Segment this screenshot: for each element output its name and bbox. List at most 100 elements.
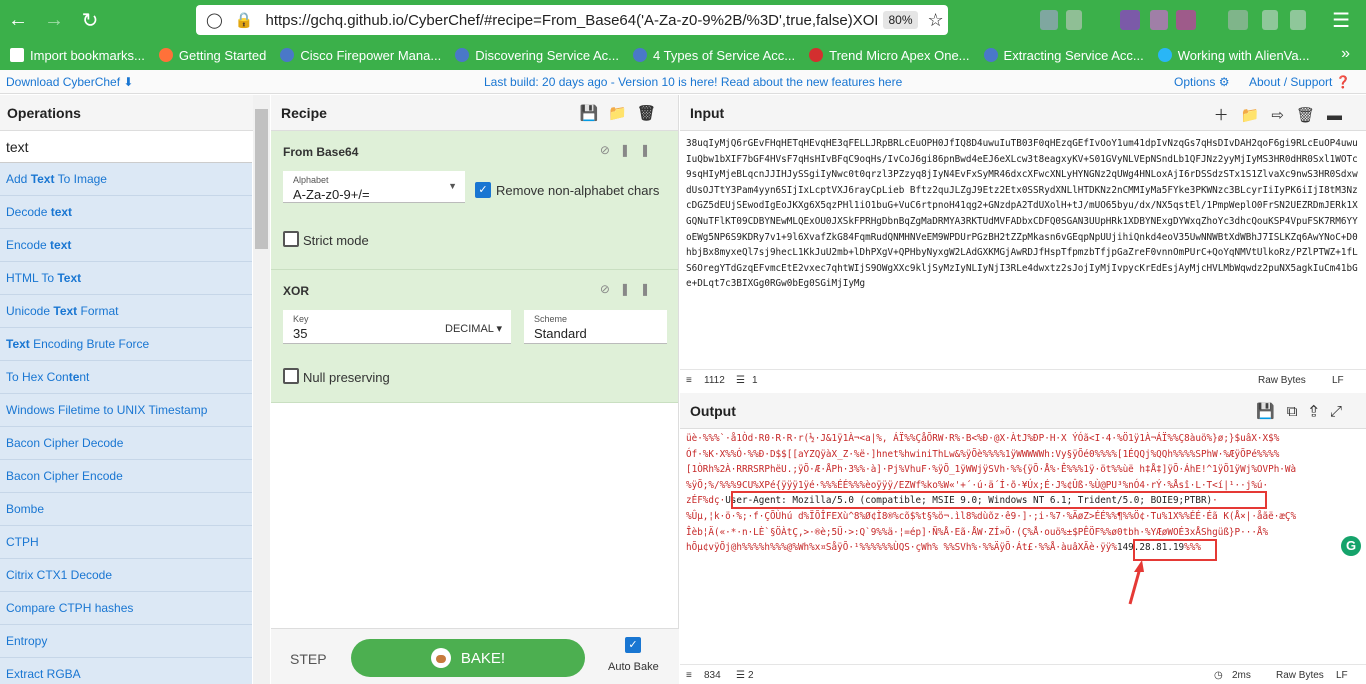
build-message[interactable]: Last build: 20 days ago - Version 10 is … <box>484 75 902 89</box>
save-icon[interactable]: 💾 <box>580 105 609 122</box>
bookmark-item[interactable]: 4 Types of Service Acc... <box>633 48 795 63</box>
menu-icon[interactable]: ☰ <box>1332 8 1350 33</box>
bake-button[interactable]: BAKE! <box>351 639 585 677</box>
bookmark-star-icon[interactable]: ☆ <box>928 10 944 31</box>
bookmark-item[interactable]: Cisco Firepower Mana... <box>280 48 441 63</box>
address-bar[interactable]: ◯ 🔒 https://gchq.github.io/CyberChef/#re… <box>196 5 948 35</box>
bookmark-item[interactable]: Extracting Service Acc... <box>983 48 1144 63</box>
download-link[interactable]: Download CyberChef ⬇ <box>6 75 133 89</box>
layout-icon[interactable]: ▬ <box>1327 107 1354 124</box>
pause-icon[interactable]: ❚❚ <box>620 282 660 296</box>
step-button[interactable]: STEP <box>290 651 327 667</box>
strict-mode-checkbox[interactable] <box>283 231 299 247</box>
input-eol[interactable]: LF <box>1332 375 1344 386</box>
operation-item[interactable]: Encode text <box>0 229 252 262</box>
operation-item[interactable]: Windows Filetime to UNIX Timestamp <box>0 394 252 427</box>
operation-item[interactable]: To Hex Content <box>0 361 252 394</box>
lock-icon: 🔒 <box>234 12 254 29</box>
input-encoding[interactable]: Raw Bytes <box>1258 375 1306 386</box>
operation-item[interactable]: Bacon Cipher Encode <box>0 460 252 493</box>
extension-icon[interactable] <box>1066 10 1082 30</box>
copy-icon[interactable]: ⧉ <box>1287 403 1310 420</box>
operation-item[interactable]: Bombe <box>0 493 252 526</box>
url-text[interactable]: https://gchq.github.io/CyberChef/#recipe… <box>265 12 877 29</box>
operation-item[interactable]: Citrix CTX1 Decode <box>0 559 252 592</box>
operation-item[interactable]: CTPH <box>0 526 252 559</box>
output-line: hÕµ¢vÿÕj@h%%%%h%%%@%Wh%x¤SåÿÕ·¹%%%%%%ÙQS… <box>686 542 1201 554</box>
operations-list: Add Text To Image Decode text Encode text H… <box>0 163 269 684</box>
folder-icon[interactable]: 📁 <box>608 105 637 122</box>
null-preserving-checkbox[interactable] <box>283 368 299 384</box>
operation-item[interactable]: Bacon Cipher Decode <box>0 427 252 460</box>
extension-icon[interactable] <box>1228 10 1248 30</box>
extension-icon[interactable] <box>1150 10 1168 30</box>
forward-icon[interactable]: → <box>36 0 72 40</box>
reload-icon[interactable]: ↻ <box>72 0 108 40</box>
output-encoding[interactable]: Raw Bytes <box>1276 670 1324 681</box>
remove-nonalphabet-checkbox[interactable]: ✓ <box>475 182 491 198</box>
output-textarea[interactable]: üè·%%%`·å1Òd·R0·R·R·r(½·J&1ÿ1À¬<a|%, ÁÏ%… <box>686 431 1358 661</box>
gear-icon: ⚙ <box>1218 74 1230 89</box>
extension-icon[interactable] <box>1120 10 1140 30</box>
key-format-dropdown[interactable]: DECIMAL ▾ <box>445 322 502 335</box>
output-line: Îèb¦Ä(«·*·n·LÈ`§ÖÀtÇ,>·®è;5Ü·>:Q`9%%ä·¦=… <box>686 526 1269 538</box>
operation-item[interactable]: Text Encoding Brute Force <box>0 328 252 361</box>
auto-bake-checkbox[interactable]: ✓ <box>625 637 641 653</box>
trash-icon[interactable]: 🗑 <box>637 105 666 122</box>
operation-item[interactable]: Add Text To Image <box>0 163 252 196</box>
bookmark-item[interactable]: Working with AlienVa... <box>1157 48 1309 63</box>
output-line: [1ÒRh%2À·RRRSRPhëU.;ÿÕ·Æ·ÅPh·3%%·à]·Pj%V… <box>686 464 1297 476</box>
bookmark-item[interactable]: Trend Micro Apex One... <box>809 48 970 63</box>
bookmark-item[interactable]: Getting Started <box>158 48 266 63</box>
import-icon[interactable]: ⇨ <box>1271 107 1296 124</box>
operations-search-input[interactable]: text <box>0 131 252 163</box>
operation-item[interactable]: Compare CTPH hashes <box>0 592 252 625</box>
length-icon: ≡ <box>686 375 692 386</box>
open-folder-icon[interactable]: 📁 <box>1241 107 1272 124</box>
trash-icon[interactable]: 🗑 <box>1296 107 1327 124</box>
recipe-panel: Recipe 💾📁🗑 From Base64 ⊘❚❚ Alphabet A-Za… <box>271 95 679 684</box>
back-icon[interactable]: ← <box>0 0 36 40</box>
extension-icon[interactable] <box>1262 10 1278 30</box>
add-tab-icon[interactable]: ＋ <box>1214 107 1241 124</box>
disable-icon[interactable]: ⊘ <box>600 282 620 296</box>
operation-item[interactable]: Unicode Text Format <box>0 295 252 328</box>
bookmark-item[interactable]: Import bookmarks... <box>10 48 145 63</box>
auto-bake-label: Auto Bake <box>608 661 659 673</box>
disable-icon[interactable]: ⊘ <box>600 143 620 157</box>
operation-item[interactable]: Decode text <box>0 196 252 229</box>
operation-item[interactable]: Extract RGBA <box>0 658 252 684</box>
trendmicro-icon <box>809 48 824 62</box>
alphabet-select[interactable]: Alphabet A-Za-z0-9+/= ▼ <box>283 171 465 203</box>
input-textarea[interactable]: 38uqIyMjQ6rGEvFHqHETqHEvqHE3qFELLJRpBRLc… <box>686 136 1358 366</box>
output-eol[interactable]: LF <box>1336 670 1348 681</box>
extension-icon[interactable] <box>1040 10 1058 30</box>
output-length: 834 <box>704 670 721 681</box>
scrollbar-thumb[interactable] <box>255 109 268 249</box>
key-input[interactable]: Key 35 DECIMAL ▾ <box>283 310 511 344</box>
pause-icon[interactable]: ❚❚ <box>620 143 660 157</box>
output-title: Output <box>690 403 736 419</box>
extension-icon[interactable] <box>1290 10 1306 30</box>
remove-nonalphabet-label: Remove non-alphabet chars <box>496 183 660 198</box>
grammarly-icon[interactable]: G <box>1341 536 1361 556</box>
recipe-header: Recipe 💾📁🗑 <box>271 95 678 131</box>
bookmark-item[interactable]: Discovering Service Ac... <box>455 48 619 63</box>
about-link[interactable]: About / Support ❓ <box>1249 75 1351 89</box>
maximize-icon[interactable]: ⤢ <box>1330 403 1354 420</box>
from-base64-operation: From Base64 ⊘❚❚ Alphabet A-Za-z0-9+/= ▼ … <box>271 131 678 270</box>
replace-input-icon[interactable]: ⇪ <box>1310 403 1330 420</box>
more-bookmarks-icon[interactable]: » <box>1341 45 1350 63</box>
operation-item[interactable]: Entropy <box>0 625 252 658</box>
xor-operation: XOR ⊘❚❚ Key 35 DECIMAL ▾ Scheme Standard… <box>271 270 678 403</box>
annotation-arrow <box>1128 560 1144 605</box>
output-line: Óf·%K·X%%Ó·%%Ð·D$$[[aYZQÿàX_Z·%ë·]hnet%h… <box>686 448 1280 460</box>
zoom-level[interactable]: 80% <box>883 11 918 29</box>
options-link[interactable]: Options ⚙ <box>1174 75 1229 89</box>
operation-item[interactable]: HTML To Text <box>0 262 252 295</box>
chef-icon <box>430 648 451 668</box>
scheme-select[interactable]: Scheme Standard <box>524 310 667 344</box>
globe-icon <box>633 48 647 62</box>
save-icon[interactable]: 💾 <box>1256 403 1287 420</box>
extension-icon[interactable] <box>1176 10 1196 30</box>
